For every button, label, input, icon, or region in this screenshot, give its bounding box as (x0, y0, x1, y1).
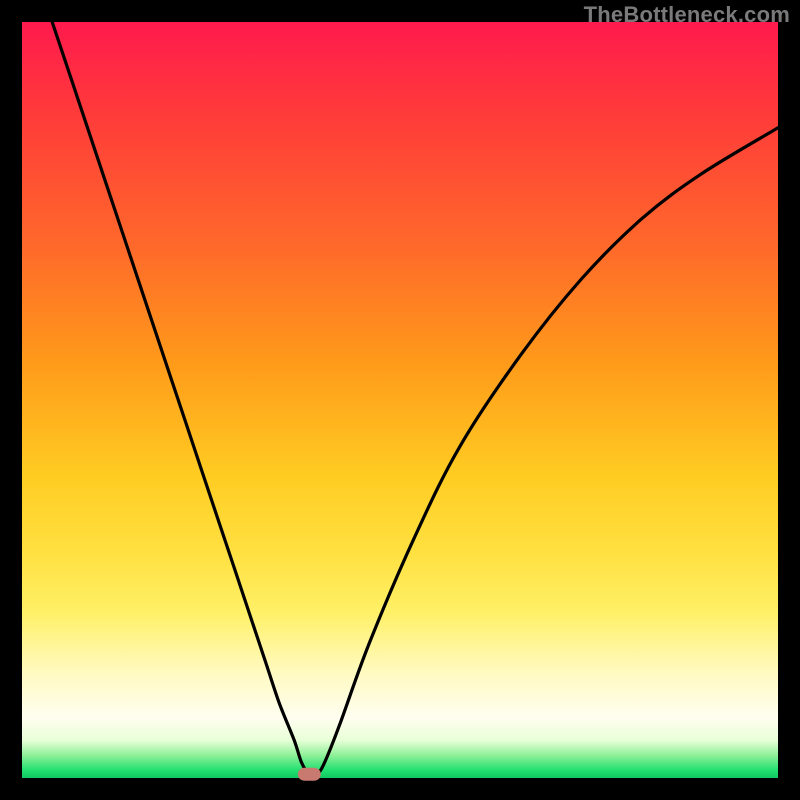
minimum-marker (298, 768, 320, 780)
bottleneck-curve-path (52, 22, 778, 776)
bottleneck-curve-svg (22, 22, 778, 778)
chart-frame: TheBottleneck.com (0, 0, 800, 800)
watermark-text: TheBottleneck.com (584, 2, 790, 28)
